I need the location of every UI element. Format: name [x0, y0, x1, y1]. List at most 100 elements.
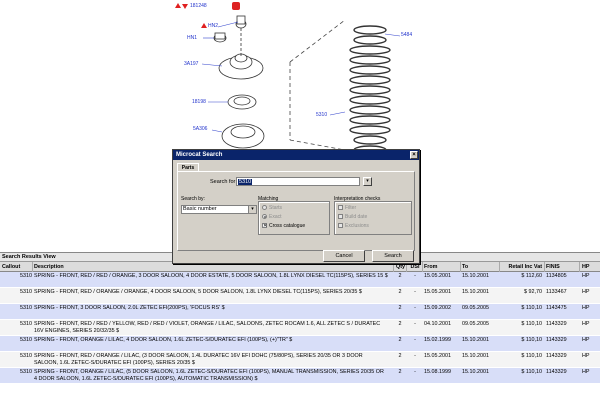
col-finis-header[interactable]: FINIS — [546, 262, 576, 272]
row-description: SPRING - FRONT, RED / RED / YELLOW, RED … — [34, 321, 381, 334]
search-button[interactable]: Search — [372, 250, 414, 262]
row-callout: 5310 — [20, 305, 32, 311]
row-to: 09.05.2005 — [462, 305, 489, 311]
microcat-search-dialog: Microcat Search × Parts Search for 5310 … — [172, 149, 420, 264]
row-dsi: - — [414, 321, 416, 327]
row-from: 15.09.2002 — [424, 305, 451, 311]
callout-hn2-warning-icon — [201, 23, 207, 28]
row-from: 15.02.1999 — [424, 337, 451, 343]
exclusions-checkbox[interactable]: Exclusions — [338, 223, 369, 229]
row-price: $ 110,10 — [521, 353, 542, 359]
row-hp: HP — [582, 369, 590, 375]
row-qty: 2 — [398, 273, 402, 279]
callout-5484[interactable]: 5484 — [401, 32, 412, 38]
spring-coil — [349, 105, 391, 115]
col-hp-header[interactable]: HP — [582, 262, 594, 272]
row-callout: 5310 — [20, 289, 32, 295]
row-to: 15.10.2001 — [462, 273, 489, 279]
search-by-select[interactable]: Basic number ▾ — [181, 205, 257, 214]
search-input[interactable]: 5310 — [236, 177, 360, 186]
table-row[interactable]: 5310 SPRING - FRONT, 3 DOOR SALOON, 2.0L … — [0, 304, 600, 320]
row-from: 04.10.2001 — [424, 321, 451, 327]
table-row[interactable]: 5310 SPRING - FRONT, RED / ORANGE / ORANG… — [0, 288, 600, 304]
table-row[interactable]: 5310 SPRING - FRONT, ORANGE / LILAC, (5 D… — [0, 368, 600, 384]
col-callout-header[interactable]: Callout — [2, 262, 32, 272]
cross-catalogue-checkbox[interactable]: ✕ Cross catalogue — [262, 223, 305, 229]
row-qty: 2 — [398, 369, 402, 375]
row-to: 15.10.2001 — [462, 353, 489, 359]
checkbox-icon — [338, 214, 343, 220]
matching-starts-radio[interactable]: Starts — [262, 205, 282, 211]
row-qty: 2 — [398, 353, 402, 359]
table-row[interactable]: 5310 SPRING - FRONT, RED / RED / ORANGE, … — [0, 272, 600, 288]
row-price: $ 112,60 — [521, 273, 542, 279]
row-qty: 2 — [398, 321, 402, 327]
filter-checkbox[interactable]: Filter — [338, 205, 356, 211]
search-history-dropdown-button[interactable]: ▾ — [363, 177, 372, 186]
row-finis: 1143329 — [546, 353, 567, 359]
chevron-down-icon[interactable]: ▾ — [248, 206, 256, 213]
row-to: 09.05.2005 — [462, 321, 489, 327]
search-for-label: Search for — [210, 179, 236, 185]
spring-coil — [353, 35, 387, 45]
col-from-header[interactable]: From — [424, 262, 460, 272]
row-hp: HP — [582, 353, 590, 359]
close-icon[interactable]: × — [410, 151, 418, 159]
row-to: 15.10.2001 — [462, 369, 489, 375]
table-row[interactable]: 5310 SPRING - FRONT, ORANGE / LILAC, 4 DO… — [0, 336, 600, 352]
dialog-titlebar[interactable]: Microcat Search × — [173, 150, 419, 160]
matching-exact-radio[interactable]: Exact — [262, 214, 282, 220]
results-body: 5310 SPRING - FRONT, RED / RED / ORANGE, … — [0, 272, 600, 384]
row-hp: HP — [582, 289, 590, 295]
spring-coil — [349, 95, 391, 105]
row-dsi: - — [414, 305, 416, 311]
table-row[interactable]: 5310 SPRING - FRONT, RED / RED / YELLOW, … — [0, 320, 600, 336]
row-callout: 5310 — [20, 353, 32, 359]
row-dsi: - — [414, 337, 416, 343]
col-price-header[interactable]: Retail Inc Vat — [502, 262, 542, 272]
row-finis: 1134805 — [546, 273, 567, 279]
row-finis: 1143475 — [546, 305, 567, 311]
spring-coil — [353, 25, 387, 35]
callout-hn2[interactable]: HN2 — [208, 23, 218, 29]
row-finis: 1133467 — [546, 289, 567, 295]
row-dsi: - — [414, 369, 416, 375]
row-price: $ 110,10 — [521, 337, 542, 343]
col-to-header[interactable]: To — [462, 262, 498, 272]
checkbox-icon — [338, 205, 343, 211]
row-dsi: - — [414, 273, 416, 279]
row-price: $ 110,10 — [521, 369, 542, 375]
callout-5a306[interactable]: 5A306 — [193, 126, 207, 132]
row-dsi: - — [414, 289, 416, 295]
checkbox-icon — [338, 223, 343, 229]
search-input-value: 5310 — [238, 179, 253, 185]
row-finis: 1143329 — [546, 369, 567, 375]
row-callout: 5310 — [20, 337, 32, 343]
row-description: SPRING - FRONT, 3 DOOR SALOON, 2.0L ZETE… — [34, 305, 225, 311]
row-hp: HP — [582, 273, 590, 279]
row-hp: HP — [582, 321, 590, 327]
radio-selected-icon — [262, 214, 267, 220]
callout-3a197[interactable]: 3A197 — [184, 61, 198, 67]
spring-coil — [349, 125, 391, 135]
row-price: $ 110,10 — [521, 305, 542, 311]
spring-coil — [349, 115, 391, 125]
cancel-button[interactable]: Cancel — [323, 250, 365, 262]
spring-coil — [349, 45, 391, 55]
callout-hn1[interactable]: HN1 — [187, 35, 197, 41]
spring-coil — [349, 85, 391, 95]
row-hp: HP — [582, 305, 590, 311]
row-to: 15.10.2001 — [462, 289, 489, 295]
spring-coil — [349, 65, 391, 75]
row-description: SPRING - FRONT, RED / ORANGE / LILAC, (3… — [34, 353, 363, 366]
callout-18198[interactable]: 18198 — [192, 99, 206, 105]
spring-coil — [353, 135, 387, 145]
callout-5310[interactable]: 5310 — [316, 112, 327, 118]
checkbox-checked-icon: ✕ — [262, 223, 268, 230]
row-description: SPRING - FRONT, ORANGE / LILAC, (5 DOOR … — [34, 369, 384, 382]
row-finis: 1143329 — [546, 321, 567, 327]
table-row[interactable]: 5310 SPRING - FRONT, RED / ORANGE / LILAC… — [0, 352, 600, 368]
build-date-checkbox[interactable]: Build date — [338, 214, 367, 220]
row-dsi: - — [414, 353, 416, 359]
row-hp: HP — [582, 337, 590, 343]
